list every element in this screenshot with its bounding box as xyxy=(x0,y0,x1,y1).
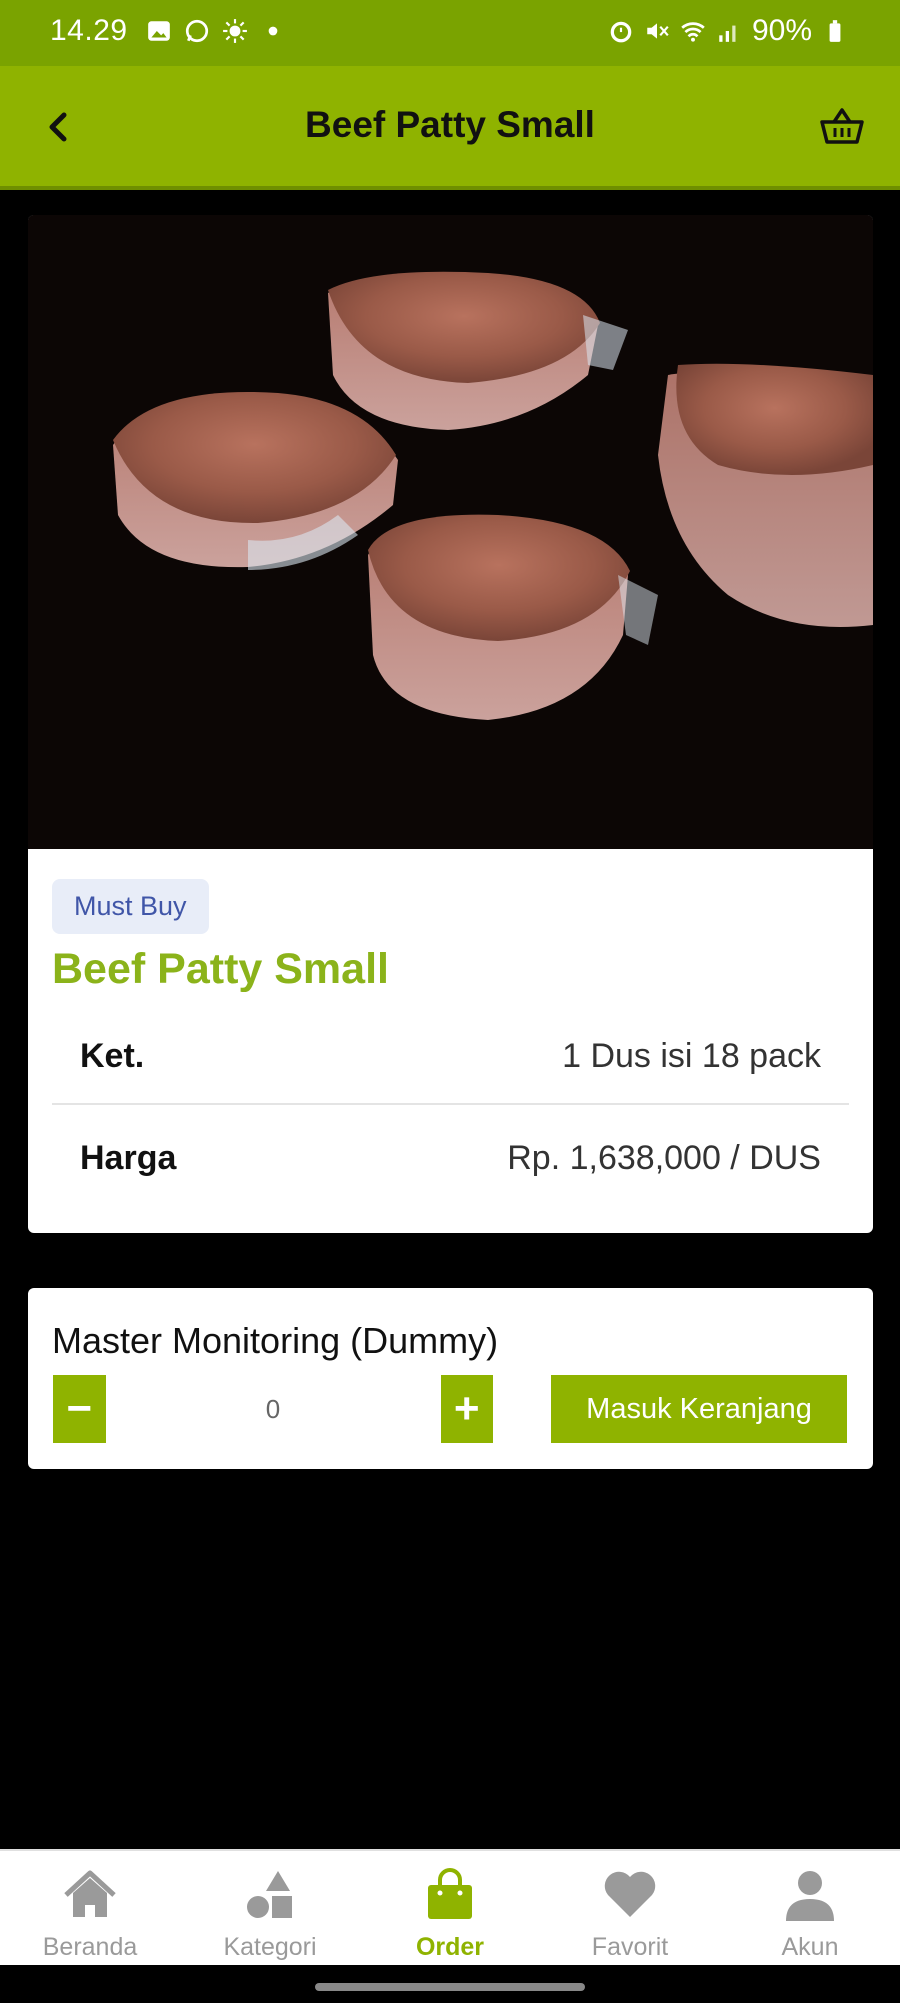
nav-item-favorit[interactable]: Favorit xyxy=(540,1851,720,1965)
shopping-bag-icon xyxy=(428,1868,472,1919)
dot-icon xyxy=(268,26,278,36)
nav-item-kategori[interactable]: Kategori xyxy=(180,1851,360,1965)
nav-label: Beranda xyxy=(42,1933,138,1961)
battery-percent: 90% xyxy=(751,14,812,47)
increase-button[interactable]: + xyxy=(440,1375,493,1443)
add-to-cart-button[interactable]: Masuk Keranjang xyxy=(551,1375,847,1443)
home-icon xyxy=(64,1870,116,1917)
gesture-bar xyxy=(0,1965,900,2003)
detail-row-ket: Ket. 1 Dus isi 18 pack xyxy=(52,1005,849,1105)
page-title: Beef Patty Small xyxy=(305,104,595,145)
nav-item-order[interactable]: Order xyxy=(360,1851,540,1965)
detail-key: Ket. xyxy=(80,1037,145,1075)
detail-row-harga: Harga Rp. 1,638,000 / DUS xyxy=(52,1107,849,1207)
product-name: Beef Patty Small xyxy=(52,945,389,993)
must-buy-badge: Must Buy xyxy=(52,879,209,934)
nav-label: Kategori xyxy=(223,1933,317,1961)
status-bar: 14.29 90% xyxy=(0,0,900,66)
quantity-input[interactable] xyxy=(105,1375,441,1443)
settings-sun-icon xyxy=(223,19,247,43)
app-bar: Beef Patty Small xyxy=(0,66,900,190)
status-time: 14.29 xyxy=(50,14,128,47)
alarm-icon xyxy=(610,21,632,43)
heart-icon xyxy=(604,1871,656,1917)
cart-basket-icon[interactable] xyxy=(818,102,866,150)
nav-item-beranda[interactable]: Beranda xyxy=(0,1851,180,1965)
detail-value: 1 Dus isi 18 pack xyxy=(562,1037,821,1075)
category-icon xyxy=(247,1871,292,1918)
detail-key: Harga xyxy=(80,1139,177,1177)
signal-icon xyxy=(719,25,736,42)
mute-icon xyxy=(647,23,669,39)
home-indicator[interactable] xyxy=(315,1983,585,1991)
price-value: Rp. 1,638,000 / DUS xyxy=(507,1139,821,1177)
gallery-icon xyxy=(148,21,170,41)
user-icon xyxy=(786,1871,834,1921)
nav-label: Akun xyxy=(781,1933,839,1961)
nav-item-akun[interactable]: Akun xyxy=(720,1851,900,1965)
wifi-icon xyxy=(681,22,705,42)
product-card: Must Buy Beef Patty Small Ket. 1 Dus isi… xyxy=(28,215,873,1233)
decrease-button[interactable]: − xyxy=(53,1375,106,1443)
bottom-nav: Beranda Kategori Order Favorit Akun xyxy=(0,1849,900,1965)
quantity-stepper: − + xyxy=(53,1375,493,1443)
nav-label: Favorit xyxy=(591,1933,669,1961)
whatsapp-icon xyxy=(185,19,209,43)
product-photo xyxy=(28,215,873,849)
order-label: Master Monitoring (Dummy) xyxy=(52,1320,499,1361)
system-icons: 90% xyxy=(608,14,848,48)
notification-icons xyxy=(146,18,286,44)
battery-icon xyxy=(829,20,841,42)
order-card: Master Monitoring (Dummy) − + Masuk Kera… xyxy=(28,1288,873,1469)
nav-label: Order xyxy=(415,1933,485,1961)
